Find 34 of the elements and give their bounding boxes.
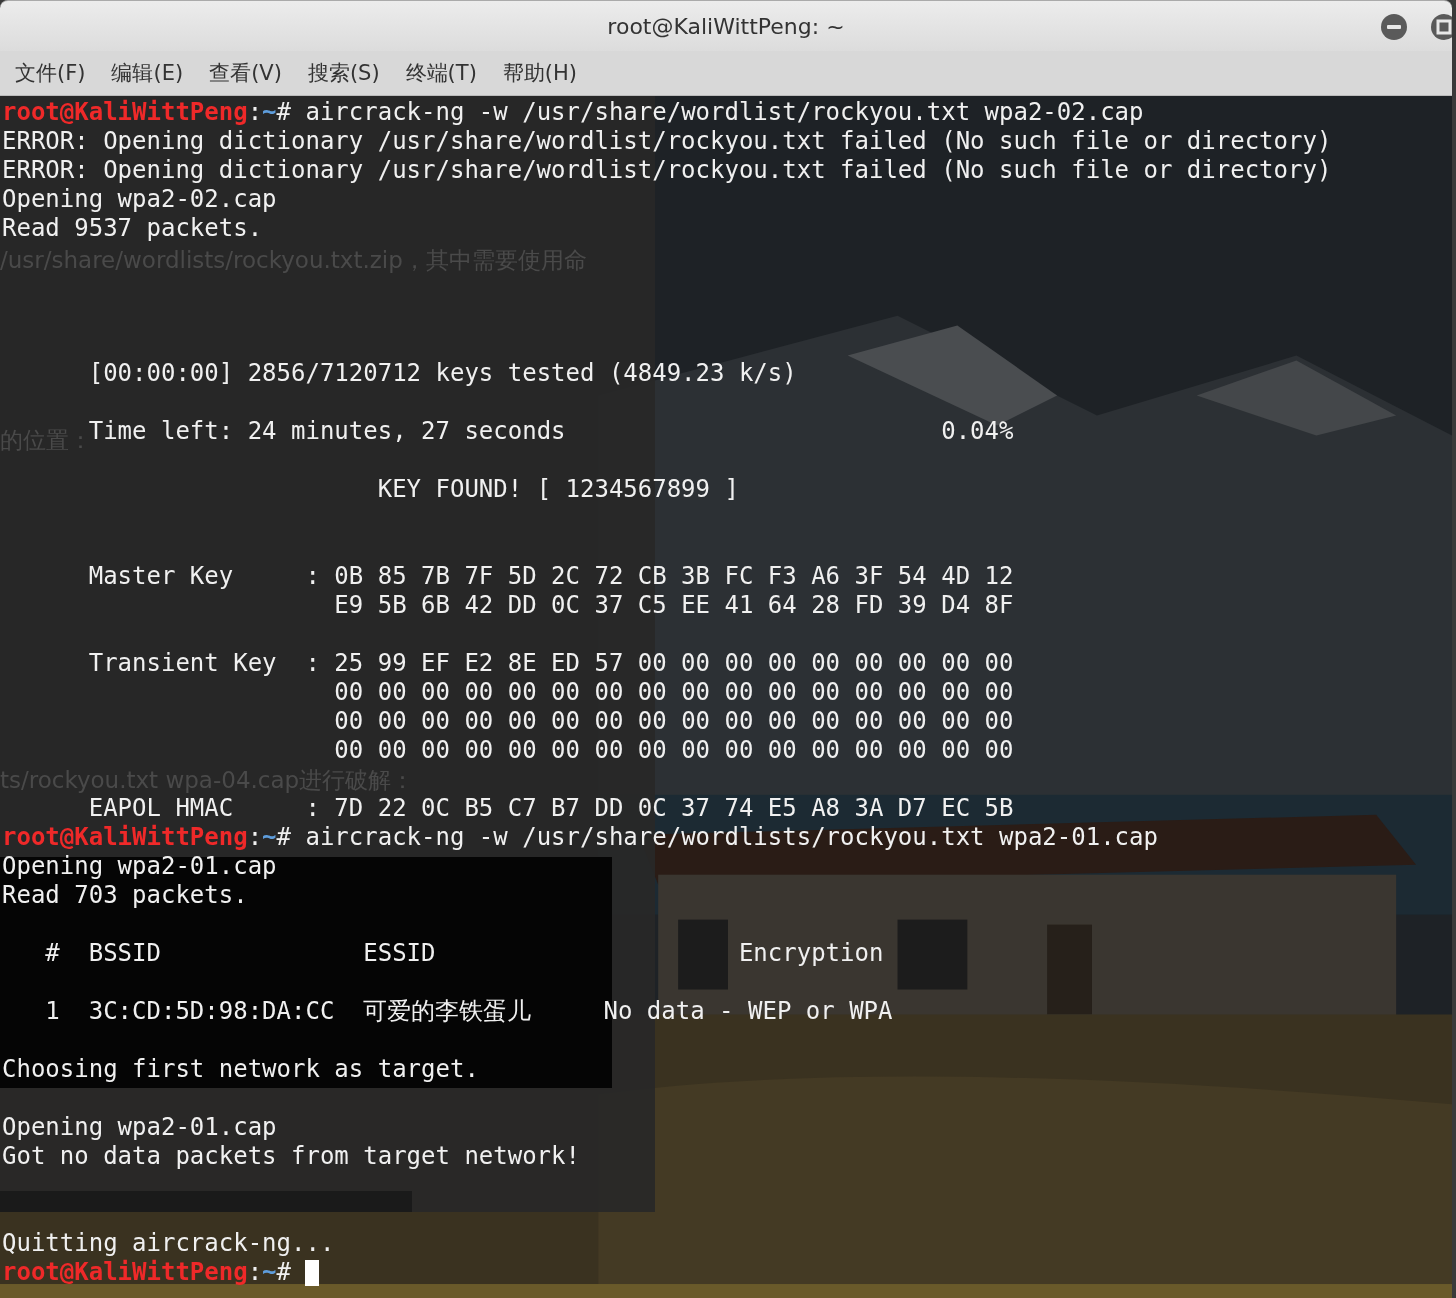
terminal-line: Opening wpa2-01.cap	[2, 1113, 277, 1142]
terminal-line: Opening wpa2-01.cap	[2, 852, 277, 881]
terminal-line: root@KaliWittPeng:~# aircrack-ng -w /usr/share/wordlist/rockyou.txt wpa2-02.cap	[2, 98, 1144, 127]
menu-item[interactable]: 编辑(E)	[111, 59, 184, 87]
terminal-line: ERROR: Opening dictionary /usr/share/wordlist/rockyou.txt failed (No such file or directory)	[2, 127, 1332, 156]
maximize-icon[interactable]	[1430, 13, 1452, 41]
terminal-line: [00:00:00] 2856/7120712 keys tested (4849.23 k/s)	[88, 359, 797, 388]
terminal-line: Read 9537 packets.	[2, 214, 263, 243]
minimize-icon[interactable]	[1380, 13, 1408, 41]
terminal-line: Transient Key : 25 99 EF E2 8E ED 57 00 00 00 00 00 00 00 00 00	[88, 649, 1014, 678]
terminal-line: E9 5B 6B 42 DD 0C 37 C5 EE 41 64 28 FD 39 D4 8F	[334, 591, 1014, 620]
terminal-line: EAPOL HMAC : 7D 22 0C B5 C7 B7 DD 0C 37 74 E5 A8 3A D7 EC 5B	[88, 794, 1014, 823]
terminal-line: # BSSID ESSID Encryption	[45, 939, 884, 968]
terminal-line: Choosing first network as target.	[2, 1055, 479, 1084]
terminal-line: 00 00 00 00 00 00 00 00 00 00 00 00 00 00 00 00	[334, 736, 1014, 765]
terminal-line: 1 3C:CD:5D:98:DA:CC 可爱的李铁蛋儿 No data - WEP or WPA	[45, 997, 893, 1026]
menu-item[interactable]: 搜索(S)	[307, 59, 380, 87]
menu-item[interactable]: 终端(T)	[405, 59, 477, 87]
terminal-line: root@KaliWittPeng:~#	[2, 1258, 291, 1287]
terminal-line: Opening wpa2-02.cap	[2, 185, 277, 214]
window-title: root@KaliWittPeng: ~	[607, 13, 845, 39]
terminal-line: Time left: 24 minutes, 27 seconds 0.04%	[88, 417, 1014, 446]
terminal-line: Read 703 packets.	[2, 881, 248, 910]
terminal-line: Master Key : 0B 85 7B 7F 5D 2C 72 CB 3B FC F3 A6 3F 54 4D 12	[88, 562, 1014, 591]
menu-item[interactable]: 帮助(H)	[502, 59, 577, 87]
menu-item[interactable]: 查看(V)	[209, 59, 282, 87]
terminal-line: Got no data packets from target network!	[2, 1142, 580, 1171]
terminal-line: root@KaliWittPeng:~# aircrack-ng -w /usr/share/wordlists/rockyou.txt wpa2-01.cap	[2, 823, 1158, 852]
terminal-line: Quitting aircrack-ng...	[2, 1229, 335, 1258]
terminal-line: 00 00 00 00 00 00 00 00 00 00 00 00 00 00 00 00	[334, 678, 1014, 707]
terminal-line: 00 00 00 00 00 00 00 00 00 00 00 00 00 00 00 00	[334, 707, 1014, 736]
menu-item[interactable]: 文件(F)	[15, 59, 86, 87]
terminal-line: KEY FOUND! [ 1234567899 ]	[377, 475, 739, 504]
terminal-line: ERROR: Opening dictionary /usr/share/wordlist/rockyou.txt failed (No such file or directory)	[2, 156, 1332, 185]
